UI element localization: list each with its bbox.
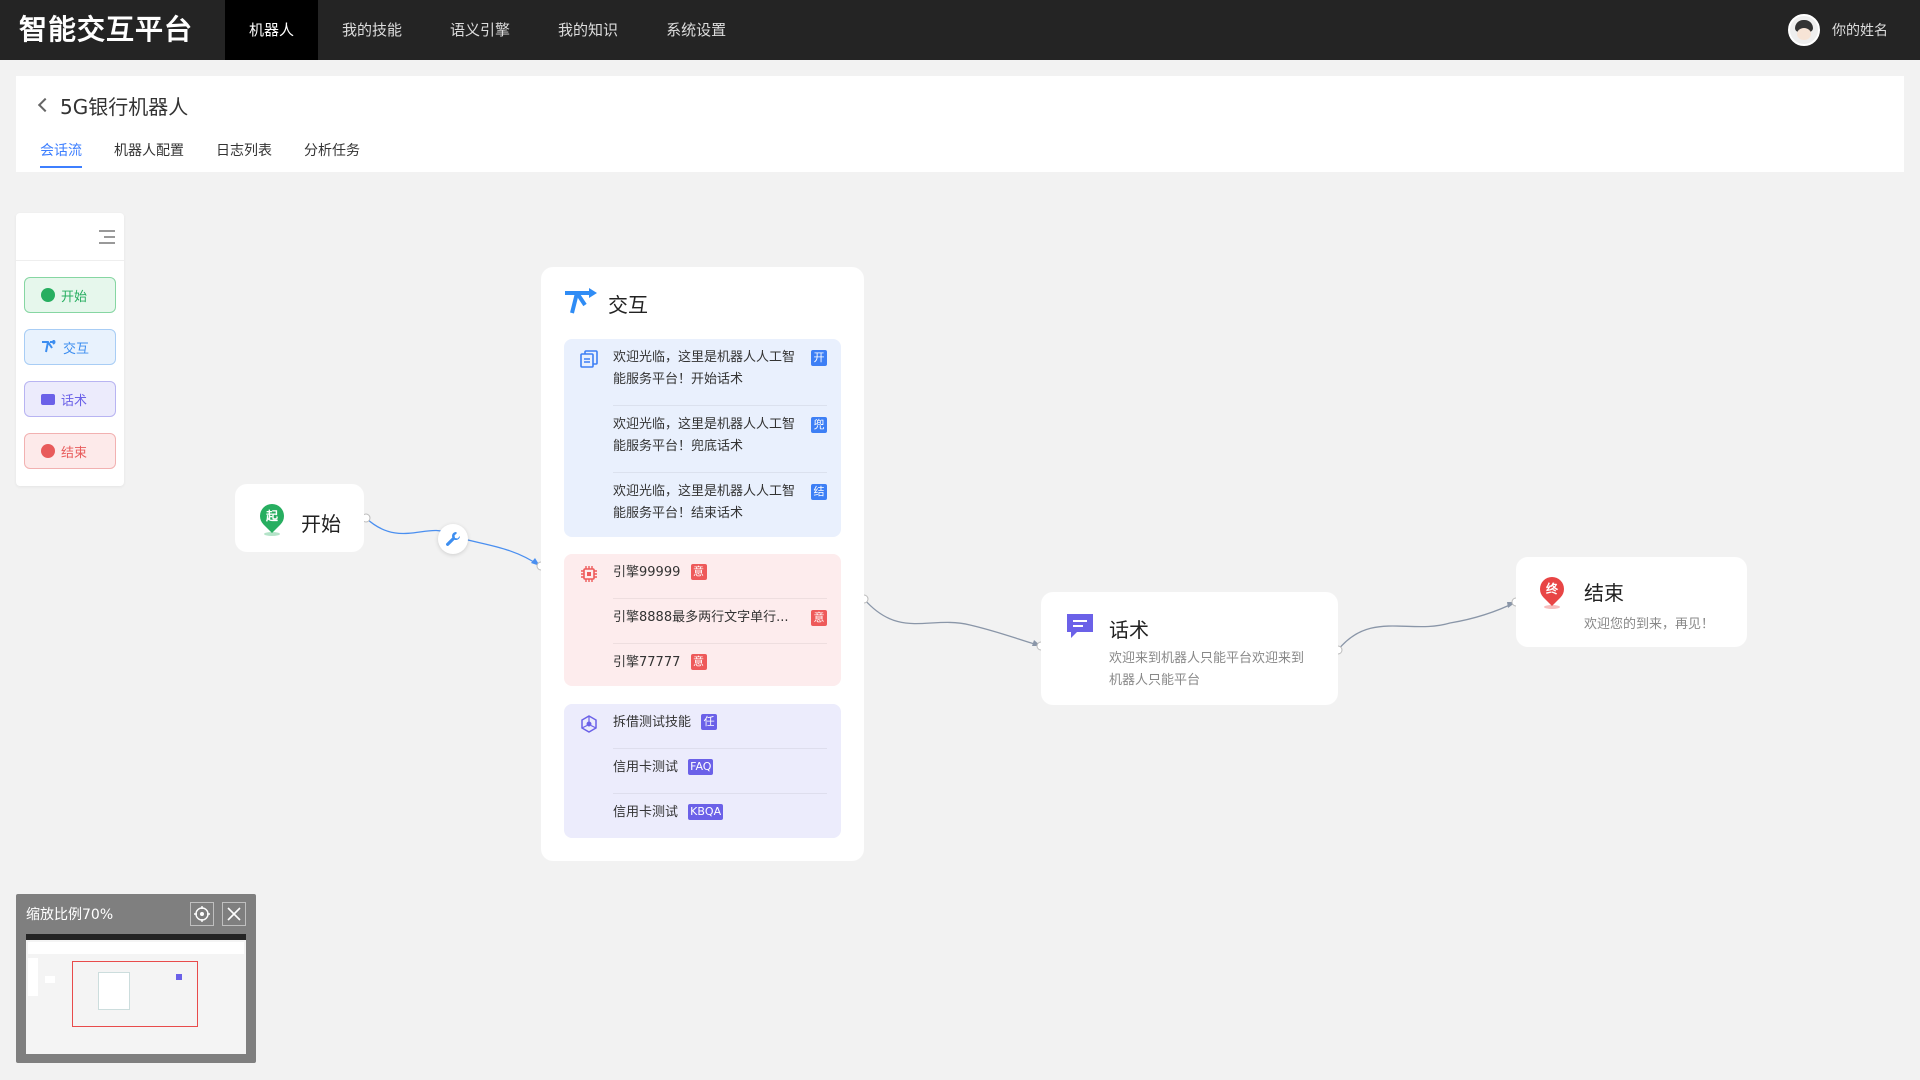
script-tag: 结 (811, 484, 827, 500)
skill-group: 拆借测试技能 任 信用卡测试 FAQ 信用卡测试 KBQA (564, 704, 841, 838)
engine-group: 引擎99999 意 引擎8888最多两行文字单行... 意 引擎77777 意 (564, 554, 841, 686)
skill-tag: KBQA (688, 804, 724, 820)
edge-arrow (1032, 640, 1041, 646)
locate-button[interactable] (190, 902, 214, 926)
intent-tag: 意 (690, 564, 707, 580)
skill-network-icon (581, 715, 597, 733)
node-description: 欢迎来到机器人只能平台欢迎来到机器人只能平台 (1109, 651, 1305, 688)
palette-item-interaction[interactable]: 交互 (24, 329, 116, 365)
nav-item-system-settings[interactable]: 系统设置 (642, 0, 750, 60)
page-tabs: 会话流 机器人配置 日志列表 分析任务 (40, 140, 360, 170)
list-item[interactable]: 欢迎光临，这里是机器人人工智能服务平台！开始话术 开 (613, 347, 827, 406)
location-pin-icon (41, 288, 55, 302)
minimap-viewport-rect[interactable] (72, 961, 198, 1027)
list-item[interactable]: 信用卡测试 FAQ (613, 757, 827, 794)
chat-bubble-icon (41, 393, 55, 405)
skill-tag: FAQ (688, 759, 714, 775)
intent-tag: 意 (811, 610, 827, 626)
list-item[interactable]: 引擎99999 意 (613, 562, 827, 599)
minimap-panel: 缩放比例70% (16, 894, 256, 1063)
palette-header (16, 213, 124, 261)
list-item[interactable]: 引擎8888最多两行文字单行... 意 (613, 607, 827, 644)
crosshair-icon (194, 906, 210, 922)
palette-item-start[interactable]: 开始 (24, 277, 116, 313)
minimap-topbar (26, 934, 246, 940)
edge-config-button[interactable] (438, 524, 468, 554)
edge-interaction-to-talk (863, 598, 1042, 647)
minimap-header (28, 942, 244, 954)
node-description: 欢迎您的到来，再见！ (1584, 617, 1715, 632)
nav-item-semantic-engine[interactable]: 语义引擎 (426, 0, 534, 60)
node-title: 结束 (1584, 581, 1624, 605)
node-interaction[interactable]: 交互 欢迎光临，这里是机器人人工智能服务平台！开始话术 开 欢迎光临，这里是机器… (541, 267, 864, 861)
tab-robot-config[interactable]: 机器人配置 (114, 140, 184, 170)
close-minimap-button[interactable] (222, 902, 246, 926)
user-menu[interactable]: 你的姓名 (1788, 0, 1888, 60)
palette-item-label: 结束 (61, 445, 88, 461)
nav-item-my-skills[interactable]: 我的技能 (318, 0, 426, 60)
tab-analysis-tasks[interactable]: 分析任务 (304, 140, 360, 170)
palette-item-label: 交互 (63, 341, 90, 357)
palette-item-label: 开始 (61, 289, 88, 305)
edge-talk-to-end (1337, 601, 1517, 651)
top-navigation-bar: 智能交互平台 机器人 我的技能 语义引擎 我的知识 系统设置 你的姓名 (0, 0, 1920, 60)
back-button[interactable]: 5G银行机器人 (34, 90, 188, 120)
tab-log-list[interactable]: 日志列表 (216, 140, 272, 170)
collapse-menu-icon[interactable] (99, 230, 115, 244)
palette-item-label: 话术 (61, 393, 88, 409)
page-title: 5G银行机器人 (60, 94, 189, 119)
minimap-preview[interactable] (26, 934, 246, 1054)
start-pin-icon: 起 (255, 499, 289, 536)
node-title: 交互 (608, 293, 648, 317)
tab-conversation-flow[interactable]: 会话流 (40, 140, 82, 170)
edge-arrow (1507, 602, 1516, 608)
wrench-icon (446, 532, 460, 546)
node-title: 话术 (1109, 618, 1149, 642)
palette-item-end[interactable]: 结束 (24, 433, 116, 469)
main-nav: 机器人 我的技能 语义引擎 我的知识 系统设置 (225, 0, 750, 60)
branch-arrow-icon (42, 340, 56, 353)
script-tag: 兜 (811, 417, 827, 433)
node-palette: 开始 交互 话术 结束 (16, 213, 124, 486)
edge-arrow (531, 558, 540, 566)
node-end[interactable]: 终 结束 欢迎您的到来，再见！ (1516, 557, 1747, 647)
avatar[interactable] (1788, 14, 1820, 46)
list-item[interactable]: 信用卡测试 KBQA (613, 802, 827, 832)
nav-item-my-knowledge[interactable]: 我的知识 (534, 0, 642, 60)
zoom-level-label: 缩放比例70% (26, 907, 114, 923)
skill-tag: 任 (701, 714, 718, 730)
app-brand: 智能交互平台 (19, 13, 194, 46)
list-item[interactable]: 欢迎光临，这里是机器人人工智能服务平台！兜底话术 兜 (613, 414, 827, 473)
branch-arrow-icon (565, 288, 597, 314)
node-start[interactable]: 起 开始 (235, 484, 364, 552)
close-icon (227, 907, 241, 921)
minimap-node (45, 976, 55, 983)
user-name[interactable]: 你的姓名 (1832, 20, 1888, 40)
page-header: 5G银行机器人 会话流 机器人配置 日志列表 分析任务 (16, 76, 1904, 172)
document-copy-icon (580, 350, 598, 368)
list-item[interactable]: 欢迎光临，这里是机器人人工智能服务平台！结束话术 结 (613, 481, 827, 531)
location-pin-icon (41, 444, 55, 458)
node-title: 开始 (301, 512, 341, 536)
chip-icon (581, 566, 597, 582)
list-item[interactable]: 拆借测试技能 任 (613, 712, 827, 749)
end-pin-icon: 终 (1535, 572, 1569, 609)
palette-item-talk[interactable]: 话术 (24, 381, 116, 417)
list-item[interactable]: 引擎77777 意 (613, 652, 827, 682)
script-group: 欢迎光临，这里是机器人人工智能服务平台！开始话术 开 欢迎光临，这里是机器人人工… (564, 339, 841, 537)
minimap-palette (28, 958, 38, 996)
chat-bubble-icon (1067, 614, 1093, 638)
chevron-left-icon[interactable] (37, 97, 53, 113)
nav-item-robot[interactable]: 机器人 (225, 0, 319, 60)
script-tag: 开 (811, 350, 827, 366)
intent-tag: 意 (690, 654, 707, 670)
node-talk[interactable]: 话术 欢迎来到机器人只能平台欢迎来到机器人只能平台 (1041, 592, 1338, 705)
